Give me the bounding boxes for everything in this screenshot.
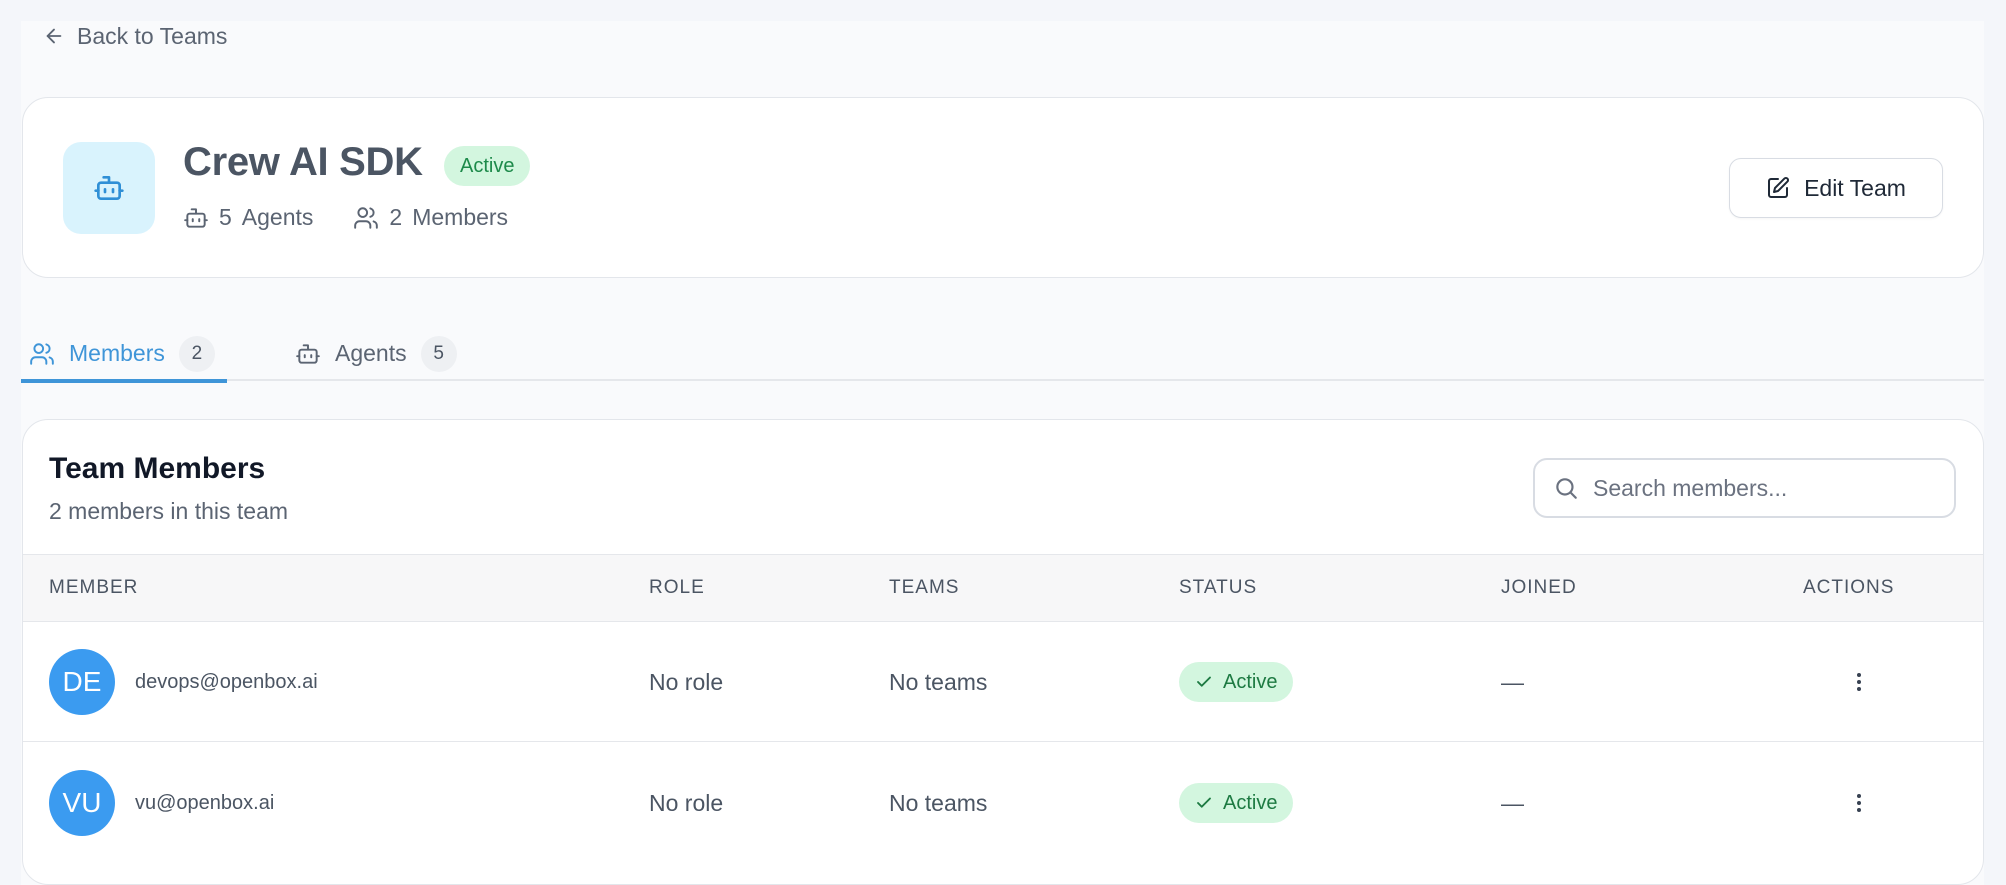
member-email: devops@openbox.ai [135, 670, 318, 693]
actions-cell [1844, 743, 1874, 863]
members-panel-subtitle: 2 members in this team [49, 498, 289, 524]
tab-members-label: Members [69, 340, 165, 366]
member-email: vu@openbox.ai [135, 791, 275, 814]
status-badge: Active [1179, 783, 1294, 823]
column-header-joined: JOINED [1501, 577, 1577, 598]
edit-team-label: Edit Team [1804, 174, 1906, 201]
role-cell: No role [649, 668, 724, 695]
agents-stat: 5 Agents [183, 204, 313, 231]
avatar: DE [49, 649, 115, 715]
tab-agents[interactable]: Agents 5 [287, 326, 465, 381]
tab-agents-label: Agents [335, 340, 407, 366]
team-status-badge: Active [444, 146, 531, 186]
users-icon [354, 206, 379, 229]
role-cell: No role [649, 789, 724, 816]
check-icon [1197, 797, 1211, 808]
more-vertical-icon [1857, 673, 1861, 691]
joined-cell: — [1501, 668, 1524, 695]
actions-cell [1844, 622, 1874, 742]
status-cell: Active [1179, 743, 1294, 863]
table-row: DE devops@openbox.ai No role No teams Ac… [23, 622, 1983, 742]
bot-icon [296, 343, 320, 364]
members-stat: 2 Members [353, 204, 508, 231]
members-count: 2 [389, 204, 403, 230]
users-icon [30, 342, 54, 365]
status-cell: Active [1179, 622, 1294, 742]
column-header-member: MEMBER [49, 577, 139, 598]
agents-label: Agents [241, 204, 314, 230]
team-header-card: Crew AI SDK Active 5 Agents 2 Members Ed… [22, 97, 1984, 278]
back-link-label: Back to Teams [77, 22, 228, 49]
bot-icon [94, 176, 124, 200]
team-members-card: Team Members 2 members in this team MEMB… [22, 419, 1984, 885]
members-panel-title: Team Members [49, 452, 266, 485]
team-avatar [63, 142, 155, 234]
page: Back to Teams Crew AI SDK Active 5 Agent… [21, 21, 1984, 885]
check-icon [1197, 676, 1211, 687]
column-header-role: ROLE [649, 577, 705, 598]
table-row: VU vu@openbox.ai No role No teams Active… [23, 743, 1983, 863]
search-members-input[interactable] [1593, 474, 1933, 502]
row-actions-button[interactable] [1844, 667, 1874, 697]
team-name: Crew AI SDK [183, 140, 423, 184]
teams-cell: No teams [889, 789, 988, 816]
edit-team-button[interactable]: Edit Team [1729, 158, 1943, 218]
arrow-left-icon [46, 28, 62, 44]
tab-agents-count: 5 [420, 335, 457, 372]
joined-cell: — [1501, 789, 1524, 816]
tab-members-count: 2 [178, 335, 215, 372]
row-actions-button[interactable] [1844, 788, 1874, 818]
member-cell: VU vu@openbox.ai [49, 743, 274, 863]
edit-icon [1768, 177, 1790, 198]
back-to-teams-link[interactable]: Back to Teams [43, 21, 227, 51]
member-cell: DE devops@openbox.ai [49, 622, 318, 742]
column-header-teams: TEAMS [889, 577, 960, 598]
search-members-field[interactable] [1533, 458, 1956, 518]
avatar: VU [49, 770, 115, 836]
teams-cell: No teams [889, 668, 988, 695]
tab-members[interactable]: Members 2 [21, 326, 227, 383]
more-vertical-icon [1857, 794, 1861, 812]
team-stats: 5 Agents 2 Members [183, 204, 508, 231]
bot-icon [184, 207, 208, 228]
column-header-actions: ACTIONS [1803, 577, 1895, 598]
status-badge: Active [1179, 662, 1294, 702]
search-icon [1556, 478, 1577, 499]
agents-count: 5 [219, 204, 232, 230]
table-header: MEMBER ROLE TEAMS STATUS JOINED ACTIONS [23, 554, 1983, 622]
status-label: Active [1223, 670, 1278, 693]
status-label: Active [1223, 791, 1278, 814]
column-header-status: STATUS [1179, 577, 1258, 598]
tab-bar: Members 2 Agents 5 [21, 326, 1984, 383]
members-label: Members [412, 204, 509, 230]
